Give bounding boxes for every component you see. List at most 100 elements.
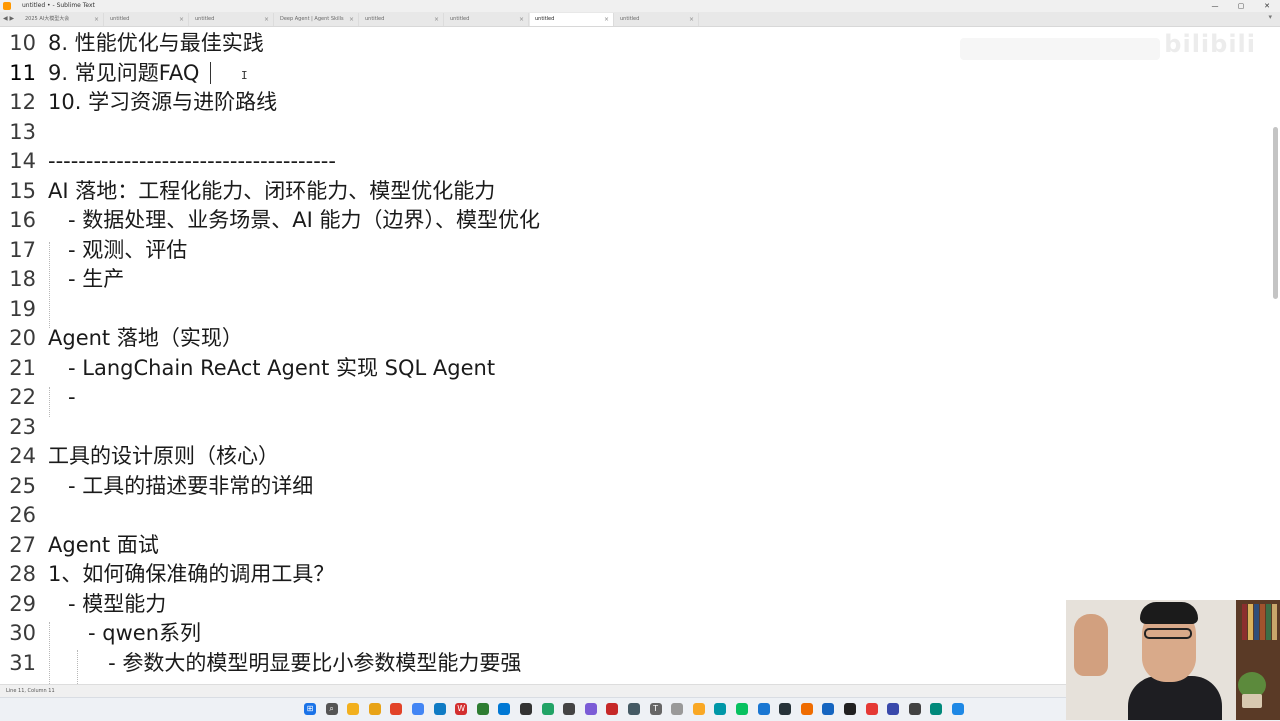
tab-2[interactable]: untitled ×	[105, 13, 189, 26]
text-editor[interactable]: 10 8. 性能优化与最佳实践 11 9. 常见问题FAQ 12 10. 学习资源与进阶路…	[0, 27, 1270, 684]
app-icon[interactable]	[757, 703, 770, 715]
editor-line[interactable]: 25 - 工具的描述要非常的详细	[0, 472, 1270, 501]
line-number: 31	[9, 650, 36, 675]
edge-icon[interactable]	[433, 703, 446, 715]
app-icon[interactable]	[520, 703, 532, 715]
app-icon[interactable]	[628, 703, 640, 715]
line-text: - 参数大的模型明显要比小参数模型能力要强	[48, 650, 522, 675]
tab-nav-arrows-icon[interactable]: ◀ ▶	[3, 14, 14, 24]
line-number: 11	[9, 60, 36, 85]
maximize-button[interactable]: ▢	[1228, 0, 1254, 12]
line-number: 24	[9, 444, 36, 468]
tab-label: untitled	[535, 16, 555, 22]
line-number: 28	[9, 562, 36, 586]
editor-line[interactable]: 21 - LangChain ReAct Agent 实现 SQL Agent	[0, 354, 1270, 383]
line-number: 20	[9, 326, 36, 350]
scrollbar-thumb[interactable]	[1273, 127, 1278, 299]
tab-close-icon[interactable]: ×	[689, 13, 694, 26]
windows-start-icon[interactable]: ⊞	[304, 703, 316, 715]
vertical-scrollbar[interactable]	[1272, 27, 1278, 684]
search-icon[interactable]: ⌕	[325, 703, 338, 715]
tab-6[interactable]: untitled ×	[445, 13, 529, 26]
tab-close-icon[interactable]: ×	[519, 13, 524, 26]
terminal-icon[interactable]	[563, 703, 576, 715]
line-number: 19	[9, 296, 36, 321]
line-number: 23	[9, 414, 36, 439]
editor-line[interactable]: 19	[0, 295, 1270, 324]
chrome-icon[interactable]	[412, 703, 424, 715]
line-number: 22	[9, 385, 36, 409]
app-icon[interactable]	[952, 703, 964, 715]
line-number: 14	[9, 149, 36, 173]
editor-line[interactable]: 12 10. 学习资源与进阶路线	[0, 88, 1270, 117]
app-icon[interactable]	[584, 703, 597, 715]
editor-line[interactable]: 17 - 观测、评估	[0, 236, 1270, 265]
tab-close-icon[interactable]: ×	[604, 13, 609, 26]
app-icon[interactable]	[714, 703, 727, 715]
tab-5[interactable]: untitled ×	[360, 13, 444, 26]
tab-close-icon[interactable]: ×	[179, 13, 184, 26]
wps-icon[interactable]: W	[455, 703, 468, 715]
editor-line[interactable]: 26	[0, 501, 1270, 530]
wechat-icon[interactable]	[736, 703, 748, 715]
app-icon[interactable]	[779, 703, 792, 715]
tab-close-icon[interactable]: ×	[349, 13, 354, 26]
tab-3[interactable]: untitled ×	[190, 13, 274, 26]
bilibili-watermark: bilibili	[1164, 30, 1256, 58]
tab-list-chevron-down-icon[interactable]: ▾	[1268, 13, 1272, 21]
line-text: -	[48, 385, 76, 409]
editor-line[interactable]: 24 工具的设计原则（核心）	[0, 442, 1270, 471]
line-text: - 数据处理、业务场景、AI 能力（边界）、模型优化	[48, 208, 541, 232]
tab-close-icon[interactable]: ×	[264, 13, 269, 26]
pycharm-icon[interactable]	[541, 703, 554, 715]
blurred-overlay	[960, 38, 1160, 60]
editor-line[interactable]: 14 --------------------------------------	[0, 147, 1270, 176]
app-icon[interactable]	[865, 703, 878, 715]
webcam-overlay	[1066, 600, 1280, 720]
editor-line[interactable]: 27 Agent 面试	[0, 531, 1270, 560]
app-icon[interactable]	[476, 703, 489, 715]
editor-line[interactable]: 15 AI 落地：工程化能力、闭环能力、模型优化能力	[0, 177, 1270, 206]
typora-icon[interactable]: T	[649, 703, 662, 715]
vscode-icon[interactable]	[498, 703, 511, 715]
tab-close-icon[interactable]: ×	[434, 13, 439, 26]
tab-8[interactable]: untitled ×	[615, 13, 699, 26]
app-icon[interactable]	[844, 703, 856, 715]
tab-7[interactable]: untitled ×	[530, 13, 614, 26]
minimize-button[interactable]: —	[1202, 0, 1228, 12]
tab-close-icon[interactable]: ×	[94, 13, 99, 26]
editor-line[interactable]: 23	[0, 413, 1270, 442]
editor-line[interactable]: 18 - 生产	[0, 265, 1270, 294]
line-text: Agent 落地（实现）	[48, 326, 243, 350]
file-explorer-icon[interactable]	[347, 703, 360, 715]
editor-line[interactable]: 11 9. 常见问题FAQ	[0, 59, 1270, 88]
editor-line[interactable]: 28 1、如何确保准确的调用工具？	[0, 560, 1270, 589]
tab-label: untitled	[450, 16, 470, 22]
record-icon[interactable]	[606, 703, 619, 715]
text-caret	[210, 62, 211, 84]
close-window-button[interactable]: ✕	[1254, 0, 1280, 12]
editor-line[interactable]: 16 - 数据处理、业务场景、AI 能力（边界）、模型优化	[0, 206, 1270, 235]
app-icon[interactable]	[822, 703, 835, 715]
title-bar: untitled • - Sublime Text — ▢ ✕	[0, 0, 1280, 12]
note-icon[interactable]	[671, 703, 684, 715]
tab-1[interactable]: 2025 AI大模型大会 ×	[20, 13, 104, 26]
ibeam-cursor-icon: I	[241, 69, 248, 82]
window-controls: — ▢ ✕	[1202, 0, 1280, 12]
editor-line[interactable]: 13	[0, 118, 1270, 147]
app-icon[interactable]	[692, 703, 705, 715]
tab-label: 2025 AI大模型大会	[25, 16, 70, 22]
line-text: 9. 常见问题FAQ	[48, 60, 200, 85]
editor-line[interactable]: 20 Agent 落地（实现）	[0, 324, 1270, 353]
folder-icon[interactable]	[368, 703, 381, 715]
app-icon[interactable]	[930, 703, 943, 715]
git-icon[interactable]	[390, 703, 403, 715]
presenter-body	[1128, 676, 1222, 720]
tab-label: Deep Agent | Agent Skills	[280, 16, 344, 22]
app-icon[interactable]	[887, 703, 900, 715]
tab-4[interactable]: Deep Agent | Agent Skills ×	[275, 13, 359, 26]
editor-line[interactable]: 22 -	[0, 383, 1270, 412]
app-icon[interactable]	[908, 703, 921, 715]
line-number: 21	[9, 355, 36, 380]
app-icon[interactable]	[800, 703, 813, 715]
